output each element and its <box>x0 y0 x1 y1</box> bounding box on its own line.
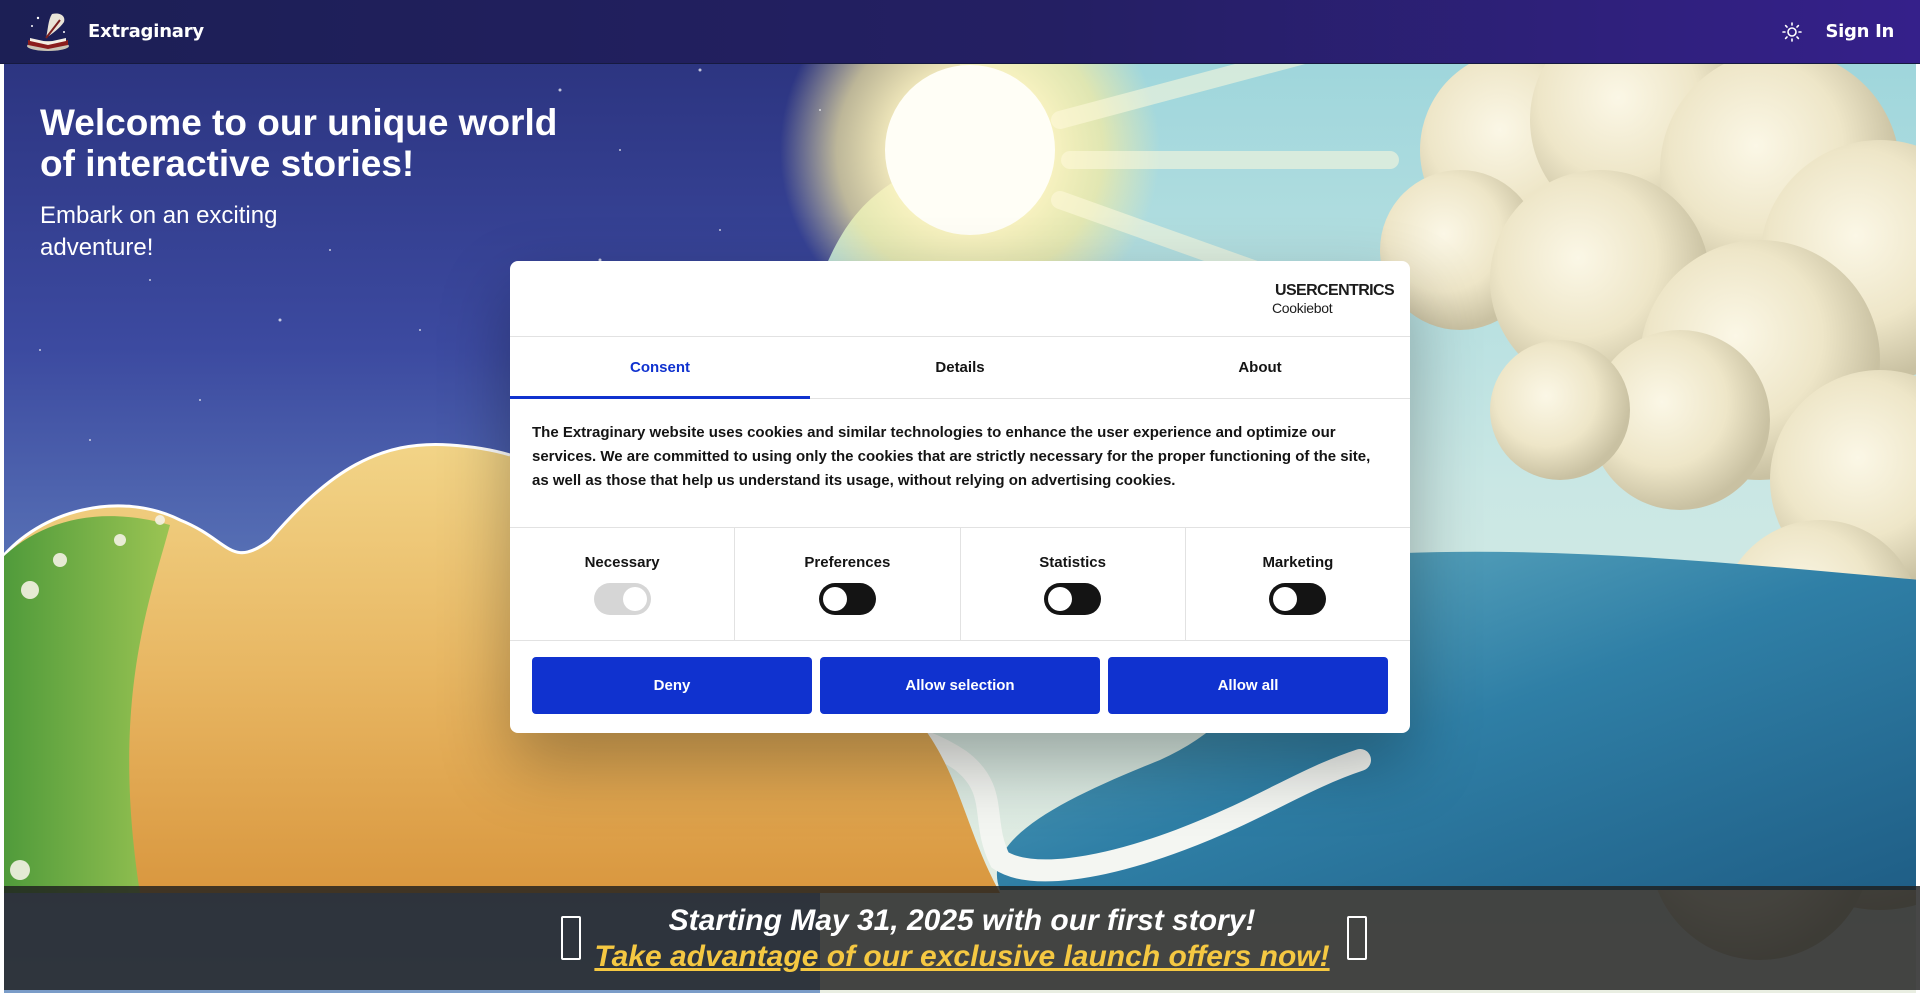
tab-details[interactable]: Details <box>810 337 1110 398</box>
dialog-actions: Deny Allow selection Allow all <box>510 641 1410 714</box>
sign-in-link[interactable]: Sign In <box>1825 21 1894 42</box>
launch-offers-link[interactable]: Take advantage of our exclusive launch o… <box>4 940 1920 974</box>
category-preferences: Preferences <box>735 528 961 640</box>
top-navigation: Extraginary Sign In <box>0 0 1920 64</box>
category-label: Preferences <box>804 554 891 571</box>
hero-subtitle: Embark on an exciting adventure! <box>40 202 278 261</box>
statistics-toggle[interactable] <box>1044 583 1102 615</box>
category-necessary: Necessary <box>510 528 736 640</box>
tab-consent[interactable]: Consent <box>510 337 810 399</box>
category-label: Necessary <box>584 554 660 571</box>
provider-product: Cookiebot <box>1272 300 1333 316</box>
tab-about[interactable]: About <box>1110 337 1410 398</box>
category-marketing: Marketing <box>1186 528 1410 640</box>
dialog-header: USERCENTRICS Cookiebot <box>510 261 1410 337</box>
dialog-tabs: Consent Details About <box>510 337 1410 399</box>
book-quill-icon <box>27 12 69 51</box>
allow-all-button[interactable]: Allow all <box>1108 657 1388 714</box>
announcement-banner: Starting May 31, 2025 with our first sto… <box>4 886 1920 990</box>
brand-name: Extraginary <box>88 21 204 42</box>
sun-icon <box>1782 21 1803 42</box>
cookiebot-logo: USERCENTRICS Cookiebot <box>1272 282 1395 316</box>
consent-description: The Extraginary website uses cookies and… <box>510 399 1410 528</box>
preferences-toggle[interactable] <box>818 583 876 615</box>
category-label: Statistics <box>1039 554 1106 571</box>
marketing-toggle[interactable] <box>1269 583 1327 615</box>
category-statistics: Statistics <box>961 528 1186 640</box>
category-label: Marketing <box>1262 554 1334 571</box>
deny-button[interactable]: Deny <box>532 657 812 714</box>
hero-title: Welcome to our unique world of interacti… <box>40 102 558 184</box>
banner-next-button[interactable] <box>1347 916 1367 960</box>
cookie-categories: Necessary Preferences Statistics Marketi… <box>510 528 1410 641</box>
cookie-consent-dialog: USERCENTRICS Cookiebot Consent Details A… <box>510 261 1410 733</box>
theme-toggle-button[interactable] <box>1781 21 1803 43</box>
necessary-toggle <box>593 583 651 615</box>
hero-section: Welcome to our unique world of interacti… <box>40 102 580 264</box>
provider-name: USERCENTRICS <box>1275 282 1395 299</box>
allow-selection-button[interactable]: Allow selection <box>820 657 1100 714</box>
brand-link[interactable]: Extraginary <box>24 10 204 54</box>
announcement-text: Starting May 31, 2025 with our first sto… <box>668 904 1256 937</box>
